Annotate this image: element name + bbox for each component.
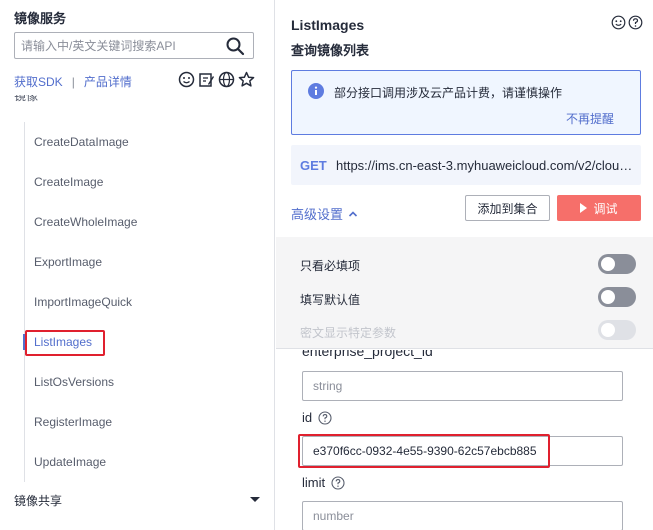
id-label-text: id xyxy=(302,410,313,425)
help-icon[interactable] xyxy=(628,15,643,30)
help-icon[interactable] xyxy=(331,475,345,490)
globe-icon[interactable] xyxy=(218,71,235,88)
nav-item-registerimage[interactable]: RegisterImage xyxy=(24,402,264,442)
request-params: enterprise_project_id id limit xyxy=(276,350,653,530)
nav-item-updateimage[interactable]: UpdateImage xyxy=(24,442,264,482)
api-detail-panel: ListImages 查询镜像列表 部分接口调用涉及云产品计费，请谨慎操作 不再… xyxy=(276,0,653,530)
fill-defaults-toggle[interactable] xyxy=(598,287,636,307)
cipher-display-toggle xyxy=(598,320,636,340)
api-description: 查询镜像列表 xyxy=(291,43,370,58)
required-only-label: 只看必填项 xyxy=(300,259,361,273)
info-icon xyxy=(308,83,324,99)
api-nav-list: CreateDataImage CreateImage CreateWholeI… xyxy=(23,122,264,482)
highlight-box xyxy=(25,330,105,356)
advanced-settings-toggle[interactable]: 高级设置 xyxy=(291,204,358,223)
nav-item-listosversions[interactable]: ListOsVersions xyxy=(24,362,264,402)
cipher-display-label: 密文显示特定参数 xyxy=(300,326,397,340)
enterprise-project-id-input[interactable] xyxy=(302,371,623,401)
api-explorer-sidebar: 镜像服务 获取SDK | 产品详情 xyxy=(0,0,275,530)
smile-icon[interactable] xyxy=(178,71,195,88)
dont-remind-link[interactable]: 不再提醒 xyxy=(566,110,614,127)
api-search-box[interactable] xyxy=(14,32,254,59)
help-icon[interactable] xyxy=(318,410,332,425)
nav-item-exportimage[interactable]: ExportImage xyxy=(24,242,264,282)
edit-icon[interactable] xyxy=(198,71,215,88)
sidebar-tools xyxy=(178,71,255,88)
id-input[interactable] xyxy=(302,436,623,466)
nav-item-createdataimage[interactable]: CreateDataImage xyxy=(24,122,264,162)
play-icon xyxy=(580,203,588,213)
debug-button[interactable]: 调试 xyxy=(557,195,641,221)
product-details-link[interactable]: 产品详情 xyxy=(84,73,132,90)
star-icon[interactable] xyxy=(238,71,255,88)
debug-button-label: 调试 xyxy=(593,201,618,216)
link-separator: | xyxy=(71,74,75,89)
api-name: ListImages xyxy=(291,17,365,33)
nav-item-listimages[interactable]: ListImages xyxy=(23,322,264,362)
advanced-settings-label: 高级设置 xyxy=(291,207,344,222)
nav-item-createwholeimage[interactable]: CreateWholeImage xyxy=(24,202,264,242)
nav-group-image-sharing[interactable]: 镜像共享 xyxy=(14,492,264,509)
limit-input[interactable] xyxy=(302,501,623,530)
caret-down-icon xyxy=(250,497,260,502)
enterprise-project-id-label: enterprise_project_id xyxy=(302,350,433,359)
fill-defaults-label: 填写默认值 xyxy=(300,293,361,307)
search-icon[interactable] xyxy=(225,36,245,56)
limit-field-label: limit xyxy=(302,475,345,490)
nav-group-label: 镜像共享 xyxy=(14,494,63,508)
feedback-smile-icon[interactable] xyxy=(611,15,626,30)
get-sdk-link[interactable]: 获取SDK xyxy=(14,73,63,90)
advanced-settings-panel: 只看必填项 填写默认值 密文显示特定参数 xyxy=(276,237,653,349)
api-header-icons xyxy=(611,15,643,30)
billing-notice: 部分接口调用涉及云产品计费，请谨慎操作 不再提醒 xyxy=(291,70,641,135)
nav-item-createimage[interactable]: CreateImage xyxy=(24,162,264,202)
chevron-up-icon xyxy=(348,210,358,217)
id-field-label: id xyxy=(302,410,332,425)
notice-message: 部分接口调用涉及云产品计费，请谨慎操作 xyxy=(334,86,563,100)
add-to-collection-button[interactable]: 添加到集合 xyxy=(465,195,550,221)
api-category-label: 镜像 xyxy=(14,95,39,103)
service-title: 镜像服务 xyxy=(14,11,67,26)
api-search-input[interactable] xyxy=(21,36,216,55)
request-url: https://ims.cn-east-3.myhuaweicloud.com/… xyxy=(336,158,636,173)
required-only-toggle[interactable] xyxy=(598,254,636,274)
request-url-bar: GET https://ims.cn-east-3.myhuaweicloud.… xyxy=(291,145,641,185)
limit-label-text: limit xyxy=(302,475,326,490)
http-method: GET xyxy=(300,158,327,173)
sidebar-links: 获取SDK | 产品详情 xyxy=(14,73,132,90)
nav-item-importimagequick[interactable]: ImportImageQuick xyxy=(24,282,264,322)
